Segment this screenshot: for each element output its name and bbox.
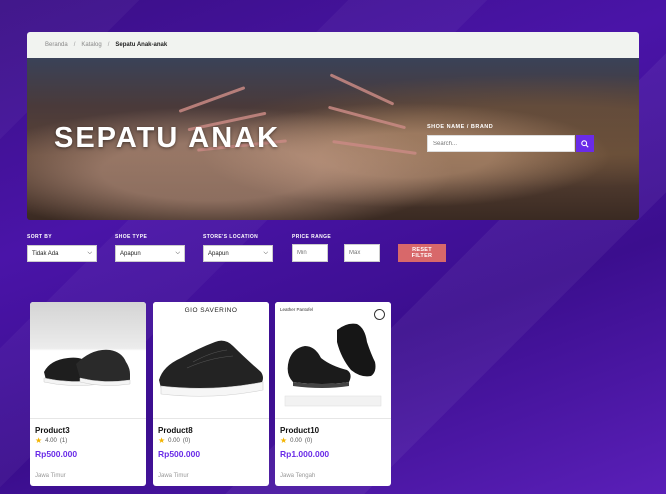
shoe-type-select-value: Apapun	[120, 250, 141, 257]
product-image: GIO SAVERINO	[153, 302, 269, 418]
sort-label: SORT BY	[27, 234, 53, 240]
product-rating: ★ 0.00 (0)	[280, 437, 312, 445]
breadcrumb-separator: /	[107, 42, 110, 48]
product-price: Rp1.000.000	[280, 449, 330, 459]
chevron-down-icon: ⌵	[87, 250, 92, 256]
breadcrumb: Beranda / Katalog / Sepatu Anak-anak	[27, 32, 639, 58]
store-location-select[interactable]: Apapun ⌵	[203, 245, 273, 262]
price-min-input[interactable]	[292, 244, 328, 262]
card-divider	[275, 418, 391, 419]
product-card[interactable]: Leather Pantofel Product10 ★ 0.00 (0) Rp…	[275, 302, 391, 486]
rating-value: 4.00	[45, 438, 57, 444]
product-image: Leather Pantofel	[275, 302, 391, 418]
product-name[interactable]: Product8	[158, 426, 193, 435]
sort-select[interactable]: Tidak Ada ⌵	[27, 245, 97, 262]
card-divider	[30, 418, 146, 419]
chevron-down-icon: ⌵	[175, 250, 180, 256]
brand-logo-icon	[374, 309, 385, 320]
page-title: SEPATU ANAK	[54, 122, 281, 154]
review-count: (0)	[182, 438, 191, 444]
search-icon	[581, 139, 589, 148]
product-card[interactable]: GIO SAVERINO Product8 ★ 0.00 (0) Rp500.0…	[153, 302, 269, 486]
store-location-label: STORE'S LOCATION	[203, 234, 259, 240]
breadcrumb-current: Sepatu Anak-anak	[115, 42, 168, 48]
price-range-label: PRICE RANGE	[292, 234, 332, 240]
price-max-input[interactable]	[344, 244, 380, 262]
rating-value: 0.00	[290, 438, 302, 444]
shoe-type-label: SHOE TYPE	[115, 234, 148, 240]
product-image	[30, 302, 146, 418]
hero-image-detail	[332, 140, 417, 155]
breadcrumb-separator: /	[73, 42, 76, 48]
sort-select-value: Tidak Ada	[32, 250, 59, 257]
search-button[interactable]	[576, 135, 594, 152]
card-divider	[153, 418, 269, 419]
star-icon: ★	[35, 436, 43, 445]
shoe-image	[159, 340, 264, 397]
hero-image-detail	[329, 73, 395, 106]
reset-filter-button[interactable]: RESET FILTER	[398, 244, 446, 262]
shoe-image	[284, 323, 382, 407]
search-label: SHOE NAME / BRAND	[427, 124, 494, 130]
product-card[interactable]: Product3 ★ 4.00 (1) Rp500.000 Jawa Timur	[30, 302, 146, 486]
shoe-image	[43, 349, 131, 386]
shoe-type-select[interactable]: Apapun ⌵	[115, 245, 185, 262]
search-input[interactable]	[427, 135, 575, 152]
star-icon: ★	[280, 436, 288, 445]
rating-value: 0.00	[168, 438, 180, 444]
product-name[interactable]: Product3	[35, 426, 70, 435]
brand-caption: GIO SAVERINO	[184, 307, 238, 314]
product-location: Jawa Tengah	[280, 473, 316, 479]
store-location-select-value: Apapun	[208, 250, 229, 257]
breadcrumb-catalog[interactable]: Katalog	[81, 42, 101, 48]
hero-image-detail	[327, 105, 407, 130]
hero-banner: SEPATU ANAK SHOE NAME / BRAND	[27, 58, 639, 220]
product-location: Jawa Timur	[158, 473, 189, 479]
product-location: Jawa Timur	[35, 473, 66, 479]
brand-caption: Leather Pantofel	[280, 307, 314, 312]
product-price: Rp500.000	[158, 449, 201, 459]
star-icon: ★	[158, 436, 166, 445]
chevron-down-icon: ⌵	[263, 250, 268, 256]
breadcrumb-home[interactable]: Beranda	[45, 42, 68, 48]
review-count: (1)	[59, 438, 68, 444]
product-rating: ★ 0.00 (0)	[158, 437, 190, 445]
hero-image-detail	[178, 86, 246, 113]
product-rating: ★ 4.00 (1)	[35, 437, 67, 445]
review-count: (0)	[304, 438, 313, 444]
product-price: Rp500.000	[35, 449, 78, 459]
product-name[interactable]: Product10	[280, 426, 319, 435]
